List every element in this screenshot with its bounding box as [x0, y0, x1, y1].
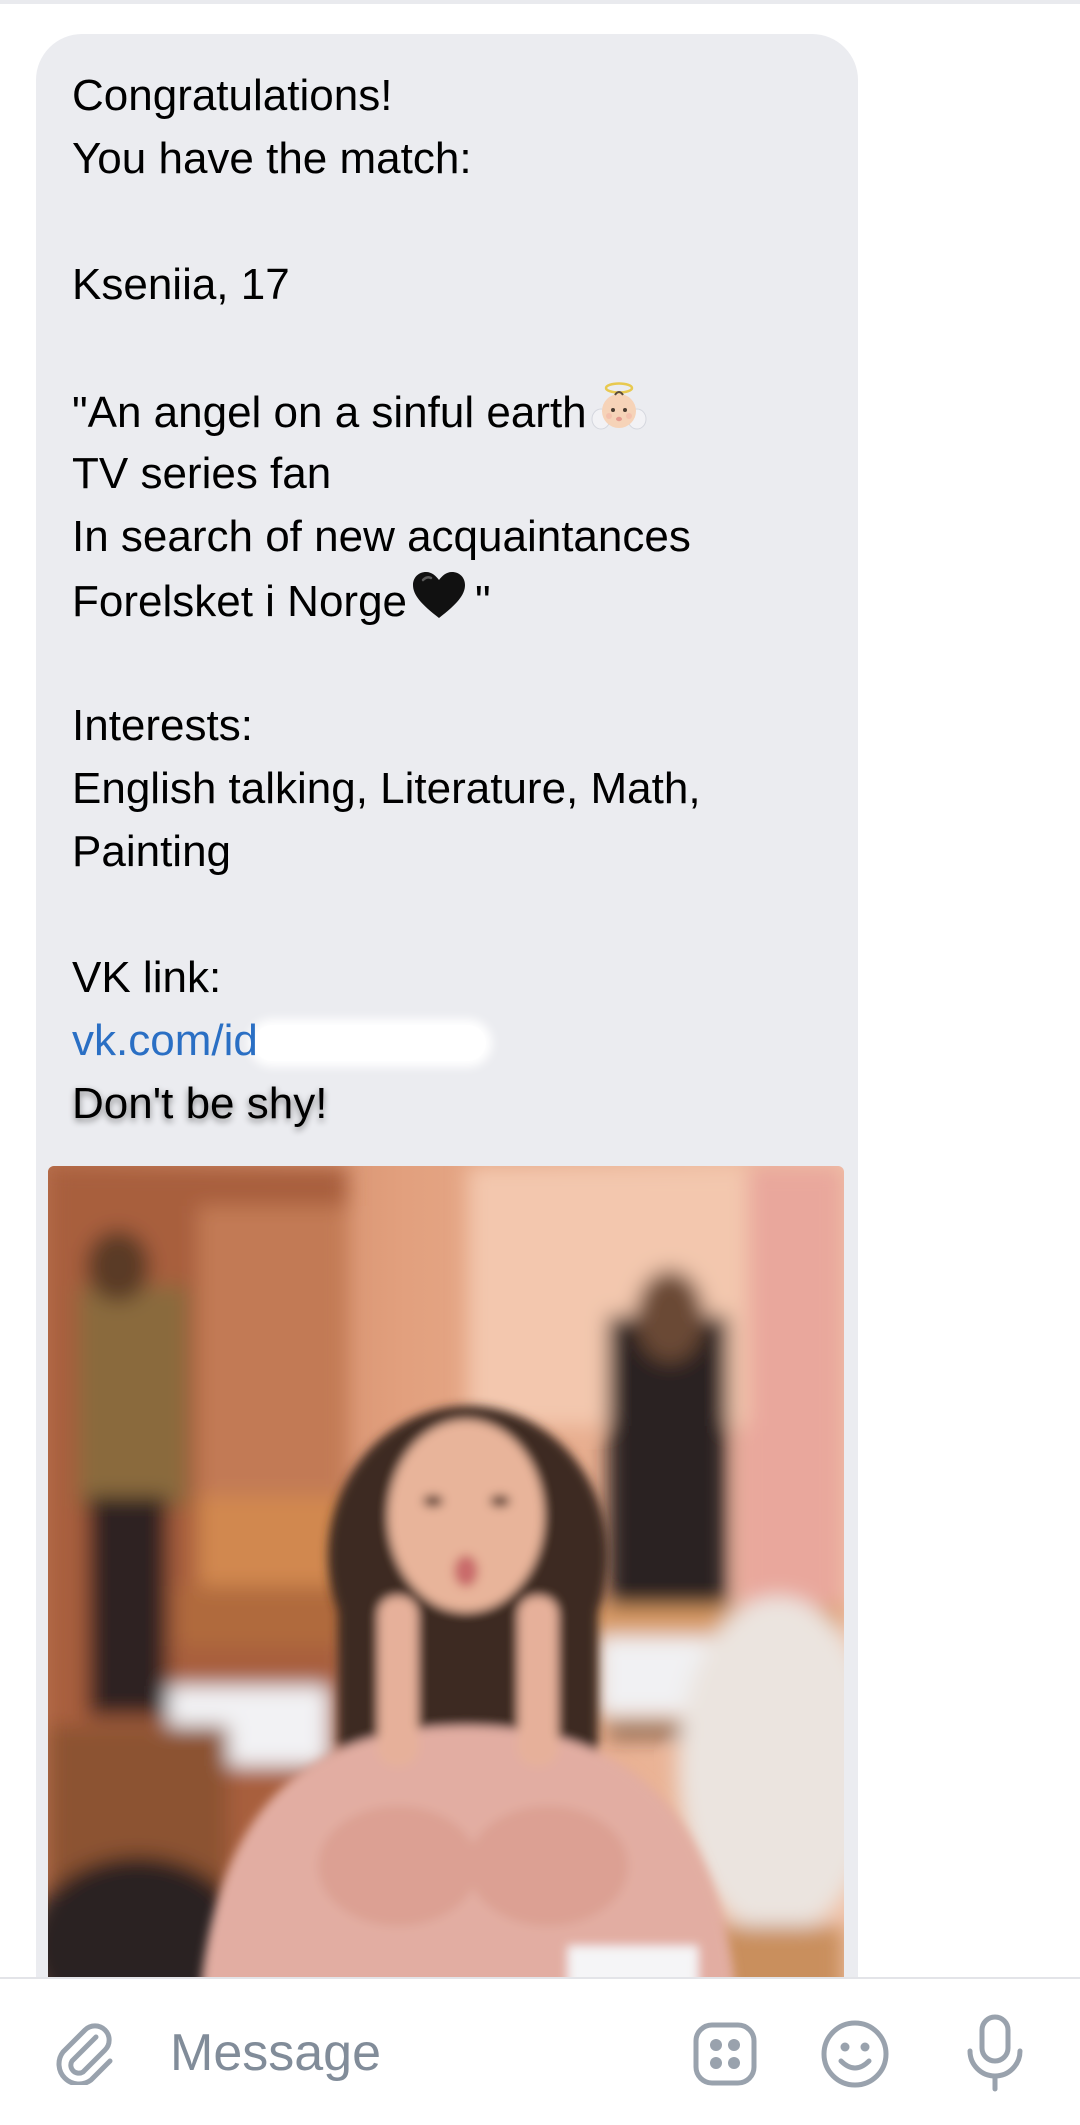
message-line-match-intro: You have the match: — [72, 134, 472, 183]
redaction-mark — [253, 1025, 486, 1062]
chat-area[interactable]: Congratulations! You have the match: Kse… — [0, 4, 1080, 1977]
interests-label: Interests: — [72, 701, 253, 750]
vk-link-line: vk.com/id — [72, 1009, 832, 1072]
attached-photo[interactable] — [48, 1166, 844, 1977]
closing-line: Don't be shy! — [72, 1079, 328, 1128]
bio-line-4: Forelsket i Norge " — [72, 568, 832, 631]
photo-image — [48, 1166, 844, 1977]
match-name-age: Kseniia, 17 — [72, 260, 290, 309]
microphone-icon[interactable] — [962, 2013, 1028, 2093]
message-input[interactable]: Message — [170, 2023, 381, 2083]
message-text: Congratulations! You have the match: Kse… — [72, 64, 832, 1135]
interests-line-1: English talking, Literature, Math, — [72, 764, 701, 813]
bio-line-4-quote: " — [475, 577, 491, 626]
paperclip-icon[interactable] — [52, 2019, 118, 2087]
interests-line-2: Painting — [72, 827, 232, 876]
message-line-congrats: Congratulations! — [72, 71, 393, 120]
apps-grid-icon[interactable] — [692, 2021, 758, 2087]
bio-line-1-text: "An angel on a sinful earth — [72, 388, 587, 437]
vk-link-label: VK link: — [72, 953, 222, 1002]
baby-angel-emoji-icon — [591, 379, 647, 452]
message-composer: Message — [0, 1977, 1080, 2125]
bio-line-3: In search of new acquaintances — [72, 512, 691, 561]
vk-profile-link[interactable]: vk.com/id — [72, 1009, 258, 1072]
emoji-smile-icon[interactable] — [820, 2019, 890, 2089]
bio-line-2: TV series fan — [72, 449, 332, 498]
black-heart-emoji-icon — [411, 568, 467, 641]
message-bubble[interactable]: Congratulations! You have the match: Kse… — [36, 34, 858, 1977]
bio-line-4-text: Forelsket i Norge — [72, 577, 408, 626]
bio-line-1: "An angel on a sinful earth — [72, 379, 832, 442]
